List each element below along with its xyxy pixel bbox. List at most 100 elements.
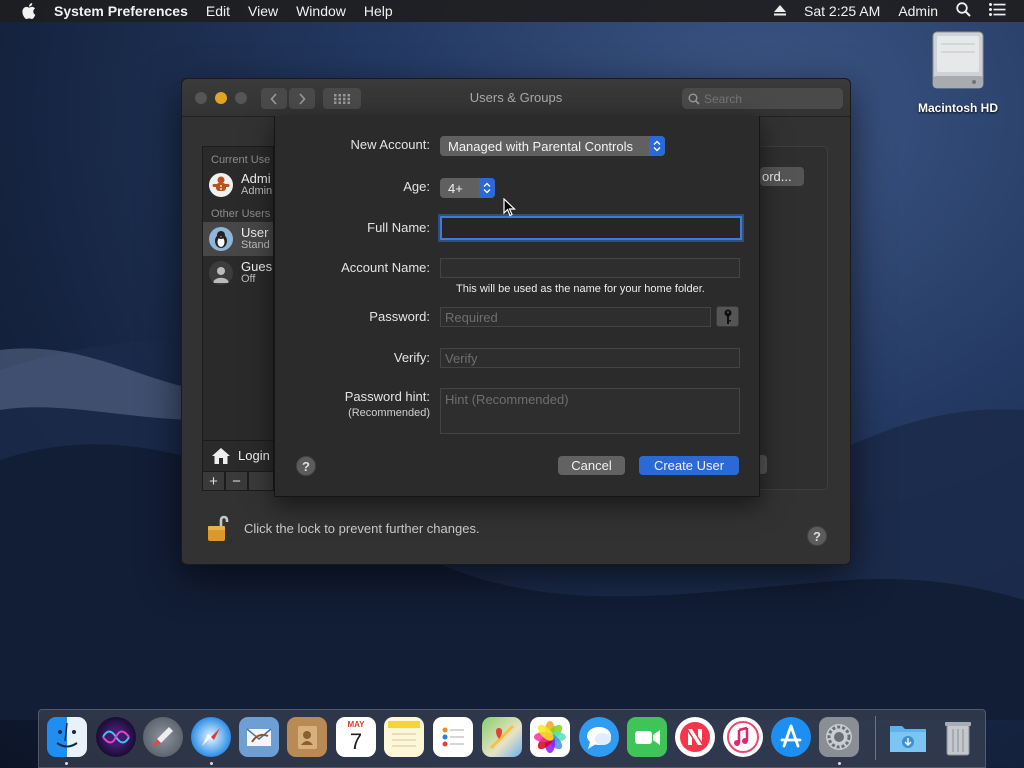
facetime-icon[interactable]: [627, 717, 667, 757]
window-titlebar: Users & Groups: [182, 79, 850, 117]
menu-extras: Sat 2:25 AM Admin: [774, 0, 1024, 22]
menu-bar: System Preferences Edit View Window Help…: [0, 0, 1024, 22]
account-name-label: Account Name:: [341, 260, 430, 275]
finder-running-indicator: [65, 762, 68, 765]
new-account-label: New Account:: [350, 137, 431, 152]
messages-icon[interactable]: [579, 717, 619, 757]
spotlight-icon[interactable]: [956, 2, 971, 20]
calendar-day: 7: [349, 729, 363, 754]
lock-row: Click the lock to prevent further change…: [206, 513, 480, 543]
eject-icon[interactable]: [774, 3, 787, 19]
safari-running-indicator: [210, 762, 213, 765]
guest-user-name: Gues: [241, 260, 273, 274]
change-password-label: ord...: [762, 169, 792, 184]
user-detail-panel: [758, 146, 828, 490]
cancel-button[interactable]: Cancel: [558, 456, 625, 475]
verify-password-input[interactable]: [440, 348, 740, 368]
password-label: Password:: [369, 309, 430, 324]
search-icon: [688, 93, 700, 105]
full-name-input[interactable]: [440, 216, 742, 240]
menu-window[interactable]: Window: [296, 3, 346, 19]
add-remove-bar: + −: [202, 471, 274, 491]
lock-message: Click the lock to prevent further change…: [244, 520, 480, 536]
full-name-label: Full Name:: [367, 220, 430, 235]
dock: MAY 7: [38, 709, 986, 768]
password-hint-label: Password hint:: [344, 389, 430, 404]
admin-user-name: Admi: [241, 172, 271, 186]
other-users-header: Other Users: [211, 208, 271, 220]
new-account-type-popup[interactable]: Managed with Parental Controls: [440, 136, 665, 156]
system-preferences-icon[interactable]: [819, 717, 859, 757]
account-name-input[interactable]: [440, 258, 740, 278]
action-button[interactable]: [248, 471, 274, 491]
menu-app-name[interactable]: System Preferences: [54, 3, 188, 19]
itunes-icon[interactable]: [723, 717, 763, 757]
downloads-icon[interactable]: [888, 717, 928, 757]
password-input[interactable]: [440, 307, 711, 327]
menu-user[interactable]: Admin: [898, 3, 938, 19]
search-input[interactable]: [704, 91, 834, 106]
menu-view[interactable]: View: [248, 3, 278, 19]
reminders-icon[interactable]: [433, 717, 473, 757]
new-account-type-value: Managed with Parental Controls: [448, 138, 633, 154]
new-account-sheet: New Account: Managed with Parental Contr…: [274, 116, 760, 497]
system-preferences-running-indicator: [838, 762, 841, 765]
macintosh-hd-desktop-icon[interactable]: Macintosh HD: [910, 30, 1006, 115]
unlocked-padlock-icon[interactable]: [206, 513, 230, 543]
calendar-icon[interactable]: MAY 7: [336, 717, 376, 757]
age-label: Age:: [403, 179, 430, 194]
house-icon: [212, 447, 230, 464]
penguin-avatar-icon: [209, 227, 233, 251]
notes-icon[interactable]: [384, 717, 424, 757]
password-hint-sub-label: (Recommended): [348, 407, 430, 419]
gingerbread-avatar-icon: [209, 173, 233, 197]
menu-clock[interactable]: Sat 2:25 AM: [804, 3, 880, 19]
add-user-button[interactable]: +: [202, 471, 225, 491]
standard-user-name: User: [241, 226, 269, 240]
login-options-label: Login: [238, 448, 270, 463]
safari-icon[interactable]: [191, 717, 231, 757]
photos-icon[interactable]: [530, 717, 570, 757]
sheet-help-button[interactable]: ?: [296, 456, 316, 476]
key-icon: [724, 309, 731, 324]
apple-menu-icon[interactable]: [18, 0, 40, 22]
dock-separator: [875, 716, 876, 760]
guest-avatar-icon: [209, 261, 233, 285]
account-name-note: This will be used as the name for your h…: [456, 283, 705, 295]
hard-drive-icon: [932, 31, 984, 89]
guest-user-status: Off: [241, 273, 256, 285]
trash-icon[interactable]: [938, 717, 978, 757]
maps-icon[interactable]: [482, 717, 522, 757]
finder-icon[interactable]: [47, 717, 87, 757]
notification-center-icon[interactable]: [989, 3, 1006, 19]
users-list: Current Use Admi Admin Other Users User …: [202, 146, 274, 491]
window-help-button[interactable]: ?: [807, 526, 827, 546]
admin-user-role: Admin: [241, 185, 273, 197]
create-user-button[interactable]: Create User: [639, 456, 739, 475]
search-field[interactable]: [682, 88, 843, 109]
mail-icon[interactable]: [239, 717, 279, 757]
user-row-admin[interactable]: Admi Admin: [203, 168, 273, 202]
standard-user-role: Stand: [241, 239, 270, 251]
news-icon[interactable]: [675, 717, 715, 757]
launchpad-icon[interactable]: [143, 717, 183, 757]
siri-icon[interactable]: [96, 717, 136, 757]
login-options-row[interactable]: Login: [203, 440, 273, 470]
mouse-pointer-icon: [503, 198, 516, 217]
remove-user-button[interactable]: −: [225, 471, 248, 491]
user-row-guest[interactable]: Gues Off: [203, 256, 273, 290]
contacts-icon[interactable]: [287, 717, 327, 757]
menu-help[interactable]: Help: [364, 3, 393, 19]
age-value: 4+: [448, 180, 463, 196]
macintosh-hd-label: Macintosh HD: [917, 101, 998, 115]
menu-edit[interactable]: Edit: [206, 3, 230, 19]
current-users-header: Current Use: [211, 154, 271, 166]
up-down-arrows-icon: [479, 178, 495, 198]
age-popup[interactable]: 4+: [440, 178, 495, 198]
password-hint-input[interactable]: [440, 388, 740, 434]
user-row-standard[interactable]: User Stand: [203, 222, 273, 256]
password-assistant-button[interactable]: [716, 306, 739, 327]
verify-label: Verify:: [393, 350, 430, 365]
app-store-icon[interactable]: [771, 717, 811, 757]
change-password-button[interactable]: ord...: [760, 167, 804, 186]
